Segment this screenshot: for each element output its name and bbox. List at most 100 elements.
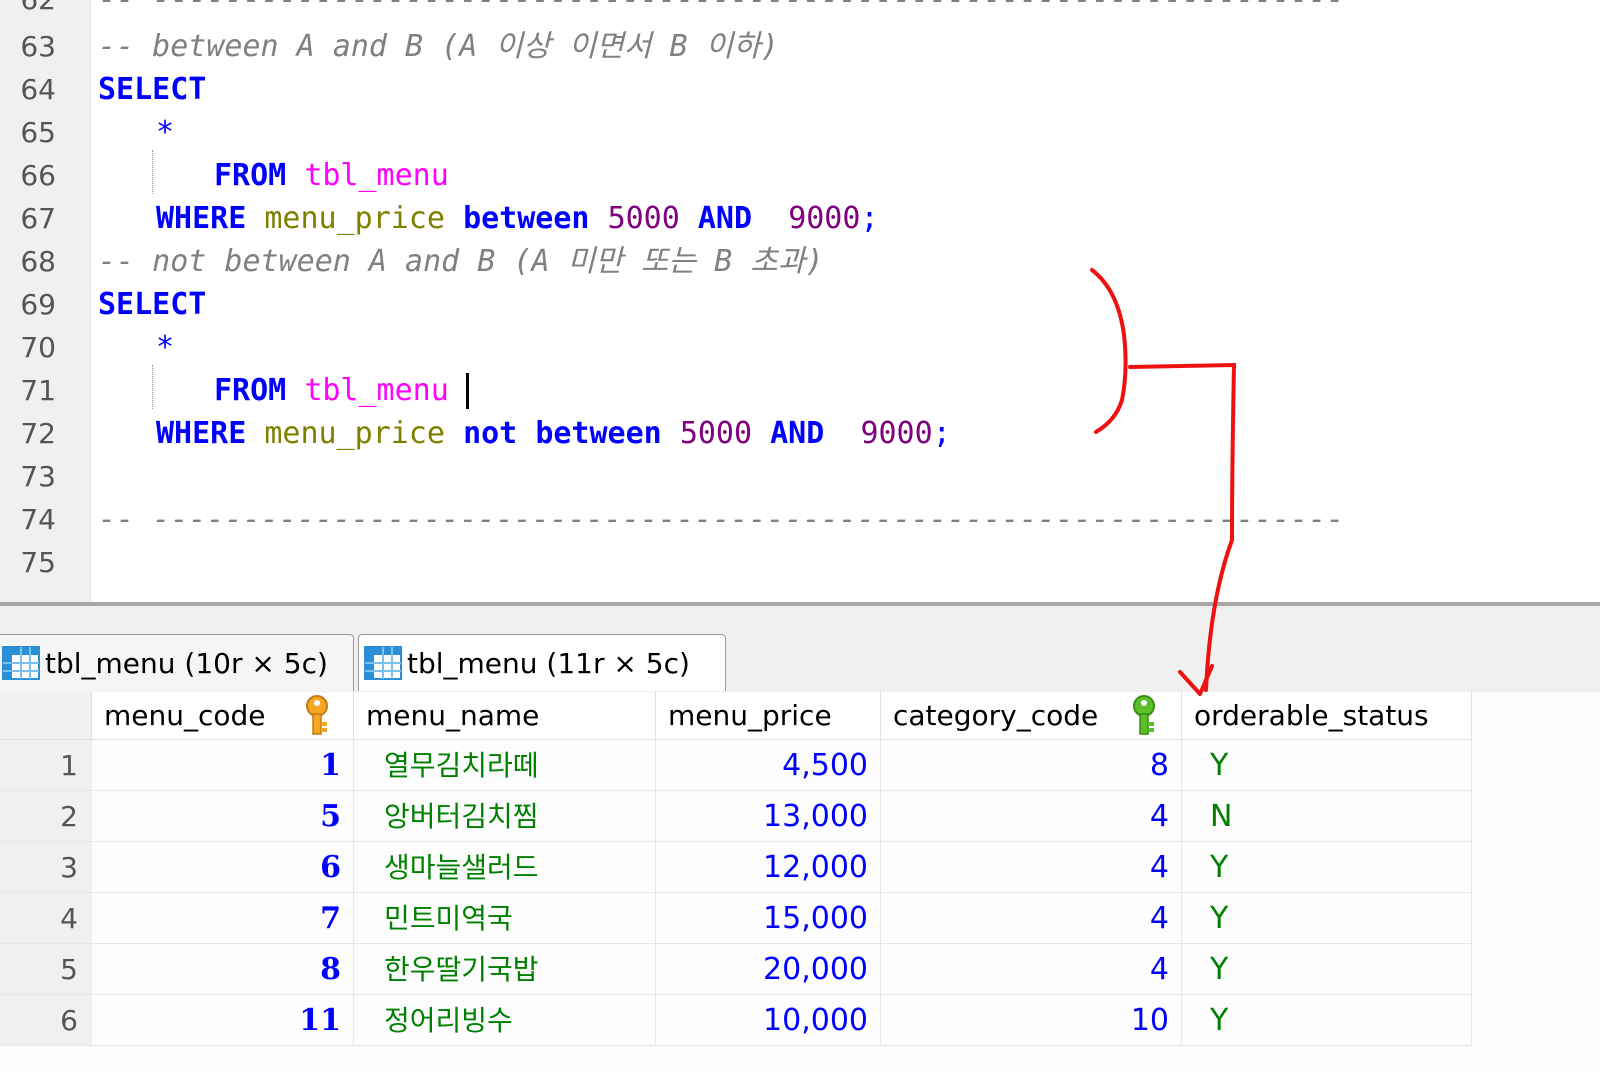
code-line: SELECT — [98, 283, 206, 327]
comment-divider: -- -------------------------------------… — [98, 502, 1345, 537]
cell-orderable-status[interactable]: Y — [1182, 893, 1472, 944]
indent-guide — [152, 150, 153, 194]
sql-number: 9000 — [860, 416, 933, 451]
line-number: 64 — [20, 73, 56, 106]
sql-keyword: between — [535, 416, 662, 451]
sql-keyword: WHERE — [156, 416, 247, 451]
cell-orderable-status[interactable]: Y — [1182, 842, 1472, 893]
row-number[interactable]: 3 — [0, 842, 92, 893]
line-number: 68 — [20, 245, 56, 278]
indent-guide — [152, 365, 153, 409]
cell-menu-code[interactable]: 1 — [92, 740, 354, 791]
line-number-gutter: 62 63 64 65 66 67 68 69 70 71 72 73 74 7… — [0, 0, 91, 612]
cell-category-code[interactable]: 8 — [881, 740, 1182, 791]
line-number: 62 — [0, 0, 56, 22]
cell-menu-price[interactable]: 12,000 — [656, 842, 881, 893]
sql-keyword: between — [463, 201, 590, 236]
column-header-menu-code[interactable]: menu_code — [92, 692, 354, 740]
code-line: * — [156, 111, 174, 155]
result-tab-bar: tbl_menu (10r × 5c) tbl_menu (11r × 5c) — [0, 606, 1600, 694]
result-grid[interactable]: menu_code menu_name menu_price category_… — [0, 692, 1600, 1072]
cell-menu-name[interactable]: 정어리빙수 — [354, 995, 656, 1046]
sql-star: * — [156, 330, 175, 365]
cell-menu-name[interactable]: 한우딸기국밥 — [354, 944, 656, 995]
cell-orderable-status[interactable]: Y — [1182, 740, 1472, 791]
sql-star: * — [156, 115, 175, 150]
sql-keyword: FROM — [214, 373, 287, 408]
sql-table-name: tbl_menu — [304, 158, 449, 193]
cell-menu-price[interactable]: 4,500 — [656, 740, 881, 791]
sql-keyword: AND — [770, 416, 825, 451]
cell-menu-name[interactable]: 민트미역국 — [354, 893, 656, 944]
sql-keyword: SELECT — [98, 287, 207, 322]
sql-column: menu_price — [264, 416, 445, 451]
cell-orderable-status[interactable]: Y — [1182, 995, 1472, 1046]
code-line: SELECT — [98, 68, 206, 112]
cell-orderable-status[interactable]: Y — [1182, 944, 1472, 995]
cell-category-code[interactable]: 4 — [881, 944, 1182, 995]
line-number: 67 — [20, 202, 56, 235]
cell-orderable-status[interactable]: N — [1182, 791, 1472, 842]
line-number: 66 — [20, 159, 56, 192]
cell-menu-code[interactable]: 7 — [92, 893, 354, 944]
line-number: 74 — [20, 503, 56, 536]
cell-menu-name[interactable]: 열무김치라떼 — [354, 740, 656, 791]
line-number: 73 — [20, 460, 56, 493]
row-number-header[interactable] — [0, 692, 92, 740]
sql-number: 9000 — [788, 201, 861, 236]
row-number[interactable]: 4 — [0, 893, 92, 944]
line-number: 71 — [20, 374, 56, 407]
cell-menu-code[interactable]: 5 — [92, 791, 354, 842]
foreign-key-icon — [1133, 695, 1155, 735]
sql-table-name: tbl_menu — [304, 373, 449, 408]
column-header-orderable-status[interactable]: orderable_status — [1182, 692, 1472, 740]
row-number[interactable]: 1 — [0, 740, 92, 791]
row-number[interactable]: 5 — [0, 944, 92, 995]
sql-number: 5000 — [679, 416, 753, 451]
line-number: 70 — [20, 331, 56, 364]
sql-keyword: AND — [697, 201, 753, 236]
column-header-menu-name[interactable]: menu_name — [354, 692, 656, 740]
row-number[interactable]: 2 — [0, 791, 92, 842]
cell-menu-code[interactable]: 8 — [92, 944, 354, 995]
tab-label: tbl_menu (10r × 5c) — [45, 646, 328, 680]
sql-semicolon: ; — [932, 416, 951, 451]
cell-menu-price[interactable]: 20,000 — [656, 944, 881, 995]
cell-category-code[interactable]: 4 — [881, 842, 1182, 893]
sql-comment: -- between A and B (A 이상 이면서 B 이하) — [98, 29, 779, 64]
cell-category-code[interactable]: 4 — [881, 893, 1182, 944]
sql-keyword: FROM — [214, 158, 287, 193]
code-line: * — [156, 326, 174, 370]
cell-category-code[interactable]: 4 — [881, 791, 1182, 842]
column-header-menu-price[interactable]: menu_price — [656, 692, 881, 740]
cell-menu-name[interactable]: 앙버터김치찜 — [354, 791, 656, 842]
sql-keyword: not — [463, 416, 518, 451]
line-number: 75 — [20, 546, 56, 579]
cell-menu-price[interactable]: 15,000 — [656, 893, 881, 944]
column-header-category-code[interactable]: category_code — [881, 692, 1182, 740]
cell-menu-code[interactable]: 11 — [92, 995, 354, 1046]
sql-keyword: SELECT — [98, 72, 207, 107]
sql-comment: -- not between A and B (A 미만 또는 B 초과) — [98, 244, 824, 279]
tab-label: tbl_menu (11r × 5c) — [407, 646, 690, 680]
tab-result-2[interactable]: tbl_menu (11r × 5c) — [358, 634, 726, 691]
row-number[interactable]: 6 — [0, 995, 92, 1046]
line-number: 72 — [20, 417, 56, 450]
table-grid-icon — [2, 646, 40, 680]
primary-key-icon — [306, 695, 328, 735]
text-caret — [466, 373, 469, 409]
table-grid-icon — [364, 646, 402, 680]
cell-menu-name[interactable]: 생마늘샐러드 — [354, 842, 656, 893]
sql-semicolon: ; — [860, 201, 879, 236]
cell-menu-price[interactable]: 10,000 — [656, 995, 881, 1046]
cell-category-code[interactable]: 10 — [881, 995, 1182, 1046]
sql-number: 5000 — [607, 201, 680, 236]
cell-menu-price[interactable]: 13,000 — [656, 791, 881, 842]
cell-menu-code[interactable]: 6 — [92, 842, 354, 893]
code-line: FROM tbl_menu — [214, 154, 449, 198]
comment-divider: -- -------------------------------------… — [98, 0, 1344, 22]
sql-column: menu_price — [264, 201, 445, 236]
tab-result-1[interactable]: tbl_menu (10r × 5c) — [0, 634, 354, 691]
sql-editor[interactable]: 62 63 64 65 66 67 68 69 70 71 72 73 74 7… — [0, 0, 1600, 612]
code-line: FROM tbl_menu — [214, 369, 449, 413]
